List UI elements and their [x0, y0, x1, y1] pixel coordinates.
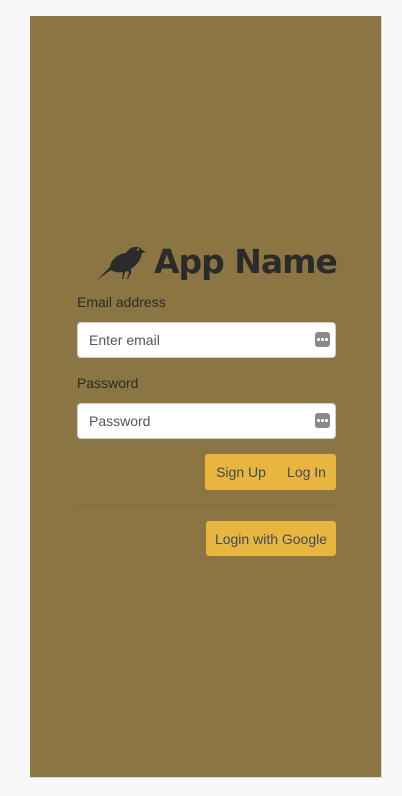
app-name: App Name — [154, 242, 338, 281]
sign-up-button[interactable]: Sign Up — [205, 454, 277, 490]
auth-button-group: Sign Up Log In — [205, 454, 336, 490]
password-manager-icon[interactable] — [315, 332, 330, 347]
password-manager-icon[interactable] — [315, 413, 330, 428]
email-label: Email address — [77, 294, 166, 310]
email-field[interactable] — [78, 323, 308, 357]
app-brand: App Name — [96, 240, 338, 284]
password-field[interactable] — [78, 404, 308, 438]
password-label: Password — [77, 375, 139, 391]
app-screen: App Name Email address Password Sign Up … — [30, 16, 382, 778]
password-field-container — [77, 403, 336, 439]
google-login-button[interactable]: Login with Google — [206, 521, 336, 556]
crow-icon — [96, 242, 146, 282]
log-in-button[interactable]: Log In — [277, 454, 336, 490]
email-field-container — [77, 322, 336, 358]
divider — [77, 505, 336, 506]
